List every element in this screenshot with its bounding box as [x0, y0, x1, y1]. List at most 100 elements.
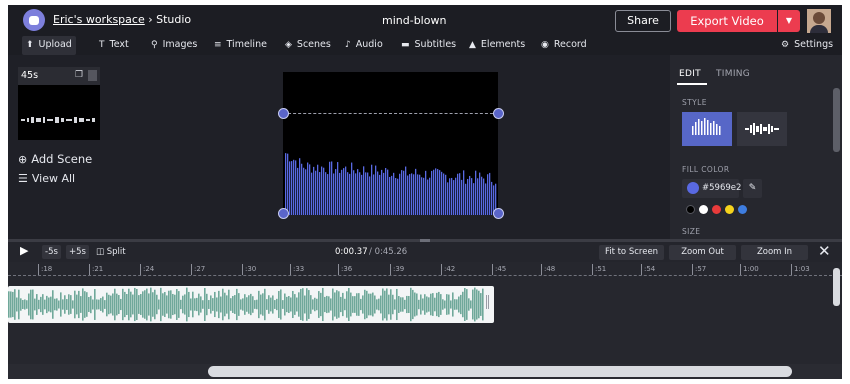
- clip-waveform-bar: [224, 292, 226, 317]
- clip-waveform-bar: [466, 289, 468, 320]
- export-video-button[interactable]: Export Video: [677, 10, 777, 32]
- swatch-black[interactable]: [686, 205, 695, 214]
- waveform-bar: [443, 173, 445, 215]
- waveform-bar: [481, 176, 483, 215]
- resize-handle-bottom-right[interactable]: [493, 208, 504, 219]
- waveform-style-mirror[interactable]: [737, 112, 787, 146]
- clip-waveform-bar: [274, 300, 276, 309]
- swatch-yellow[interactable]: [725, 205, 734, 214]
- clip-waveform-bar: [104, 300, 106, 309]
- waveform-bar: [371, 164, 373, 215]
- clip-waveform-bar: [320, 292, 322, 317]
- close-icon[interactable]: ✕: [818, 243, 831, 260]
- tool-text[interactable]: T Text: [99, 36, 129, 55]
- view-all-button[interactable]: ☰ View All: [18, 172, 75, 185]
- clip-waveform-bar: [420, 294, 422, 315]
- clip-waveform-bar: [142, 291, 144, 318]
- duplicate-scene-icon[interactable]: ❐: [75, 70, 83, 80]
- waveform-bar: [447, 182, 449, 215]
- tab-timing[interactable]: TIMING: [716, 69, 750, 79]
- record-icon: ◉: [541, 40, 549, 50]
- tab-edit[interactable]: EDIT: [677, 69, 707, 85]
- ruler-tick: :54: [641, 264, 655, 275]
- clip-waveform-bar: [88, 297, 90, 312]
- clip-waveform-bar: [170, 290, 172, 319]
- swatch-blue[interactable]: [738, 205, 747, 214]
- clip-waveform-bar: [114, 288, 116, 321]
- swatch-red[interactable]: [712, 205, 721, 214]
- scene-card-header: 45s ❐: [18, 67, 100, 85]
- swatch-white[interactable]: [699, 205, 708, 214]
- tool-images[interactable]: ⚲ Images: [151, 36, 197, 55]
- ruler-tick: :42: [441, 264, 455, 275]
- tool-subtitles[interactable]: ▬ Subtitles: [401, 36, 456, 55]
- clip-waveform-bar: [278, 291, 280, 318]
- add-scene-button[interactable]: ⊕ Add Scene: [18, 152, 92, 166]
- tool-audio[interactable]: ♪ Audio: [345, 36, 383, 55]
- settings-button[interactable]: ⚙ Settings: [781, 36, 833, 55]
- scene-thumbnail[interactable]: [18, 85, 100, 140]
- workspace-link[interactable]: Eric's workspace: [53, 13, 145, 26]
- clip-waveform-bar: [14, 289, 16, 320]
- clip-waveform-bar: [360, 298, 362, 311]
- waveform-bar: [375, 165, 377, 215]
- tool-record[interactable]: ◉ Record: [541, 36, 587, 55]
- add-scene-label: Add Scene: [31, 152, 93, 166]
- project-title[interactable]: mind-blown: [382, 14, 446, 27]
- clip-waveform-bar: [216, 297, 218, 312]
- clip-waveform-bar: [82, 288, 84, 321]
- tool-timeline[interactable]: ≡ Timeline: [214, 36, 267, 55]
- clip-waveform-bar: [300, 288, 302, 321]
- zoom-out-button[interactable]: Zoom Out: [669, 245, 736, 260]
- clip-waveform-bar: [432, 293, 434, 316]
- clip-waveform-bar: [352, 296, 354, 313]
- clip-waveform-bar: [150, 287, 152, 322]
- clip-waveform-bar: [474, 287, 476, 322]
- clip-waveform-bar: [434, 297, 436, 312]
- clip-waveform-bar: [204, 288, 206, 321]
- export-options-chevron-icon[interactable]: ▼: [778, 10, 800, 32]
- clip-waveform-bar: [130, 291, 132, 318]
- avatar[interactable]: [807, 9, 831, 33]
- resize-handle-top-right[interactable]: [493, 108, 504, 119]
- delete-scene-icon[interactable]: [88, 70, 97, 81]
- clip-trim-handle[interactable]: [486, 295, 489, 309]
- fit-to-screen-button[interactable]: Fit to Screen: [599, 245, 664, 260]
- resize-handle-bottom-left[interactable]: [278, 208, 289, 219]
- video-canvas[interactable]: [283, 72, 498, 215]
- ruler-tick: :21: [89, 264, 103, 275]
- play-icon[interactable]: ▶: [20, 244, 28, 257]
- scrollbar-thumb[interactable]: [208, 366, 792, 377]
- waveform-bar: [409, 174, 411, 215]
- time-ruler[interactable]: :18 :21 :24 :27 :30 :33 :36 :39 :42 :45 …: [8, 262, 842, 276]
- waveform-bar: [419, 174, 421, 215]
- back-5s-button[interactable]: -5s: [42, 245, 61, 259]
- waveform-bar: [325, 172, 327, 215]
- waveform-bar: [291, 161, 293, 215]
- resize-handle-top-left[interactable]: [278, 108, 289, 119]
- waveform-bar: [311, 172, 313, 215]
- zoom-in-button[interactable]: Zoom In: [741, 245, 808, 260]
- forward-5s-button[interactable]: +5s: [66, 245, 89, 259]
- panel-scrollbar[interactable]: [833, 88, 840, 152]
- waveform-bar: [487, 174, 489, 215]
- waveform-bar: [463, 170, 465, 215]
- audio-waveform-element[interactable]: [283, 72, 498, 215]
- app-logo[interactable]: [23, 9, 45, 31]
- waveform-bar: [293, 159, 295, 215]
- audio-clip[interactable]: [8, 286, 494, 323]
- tool-upload[interactable]: ⬆ Upload: [22, 36, 76, 55]
- waveform-bar: [323, 167, 325, 215]
- waveform-bar: [383, 172, 385, 215]
- eyedropper-icon[interactable]: ✎: [743, 179, 762, 198]
- video-editor-window: Eric's workspace › Studio mind-blown Sha…: [8, 5, 842, 379]
- tool-scenes[interactable]: ◈ Scenes: [285, 36, 331, 55]
- share-button[interactable]: Share: [615, 10, 671, 32]
- split-button[interactable]: ◫ Split: [96, 245, 126, 259]
- fill-color-field[interactable]: #5969e2: [682, 179, 741, 198]
- clip-waveform-bar: [210, 295, 212, 314]
- clip-waveform-bar: [96, 299, 98, 310]
- timeline-vertical-scrollbar[interactable]: [833, 268, 840, 306]
- tool-elements[interactable]: ▲ Elements: [469, 36, 525, 55]
- waveform-style-bars[interactable]: [682, 112, 732, 146]
